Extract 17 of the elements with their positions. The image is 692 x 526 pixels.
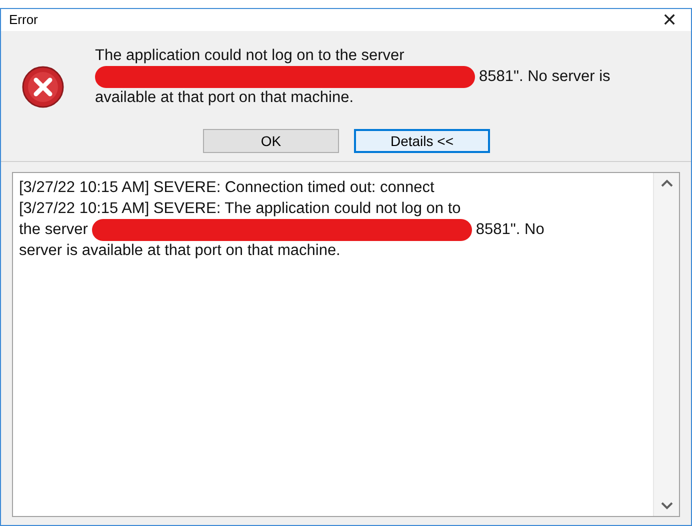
log-text-area[interactable]: [3/27/22 10:15 AM] SEVERE: Connection timed out: connect [3/27/22 10:15 AM] SEVERE: The application could not log on to the server 8581". No server is available at that port on that machine. [12, 172, 680, 517]
scroll-up-icon[interactable] [660, 179, 672, 187]
dialog-button[interactable]: Details << [354, 129, 490, 153]
scrollbar[interactable] [653, 173, 679, 516]
dialog-button[interactable]: OK [203, 129, 339, 153]
message-text: the server [19, 220, 88, 240]
message-text: available at that port on that machine. [95, 88, 354, 108]
message-text: The application could not log on to the server [95, 46, 404, 66]
message-text: [3/27/22 10:15 AM] SEVERE: The application could not log on to [19, 199, 461, 219]
window-title: Error [9, 11, 38, 30]
message-text: 8581". No [476, 220, 544, 240]
message-text: 8581". No server is [479, 67, 610, 87]
close-button[interactable]: ✕ [662, 11, 677, 29]
message-text: [3/27/22 10:15 AM] SEVERE: Connection timed out: connect [19, 178, 434, 198]
scroll-down-icon[interactable] [660, 502, 672, 510]
message-text: server is available at that port on that machine. [19, 241, 340, 261]
error-icon [21, 65, 65, 109]
